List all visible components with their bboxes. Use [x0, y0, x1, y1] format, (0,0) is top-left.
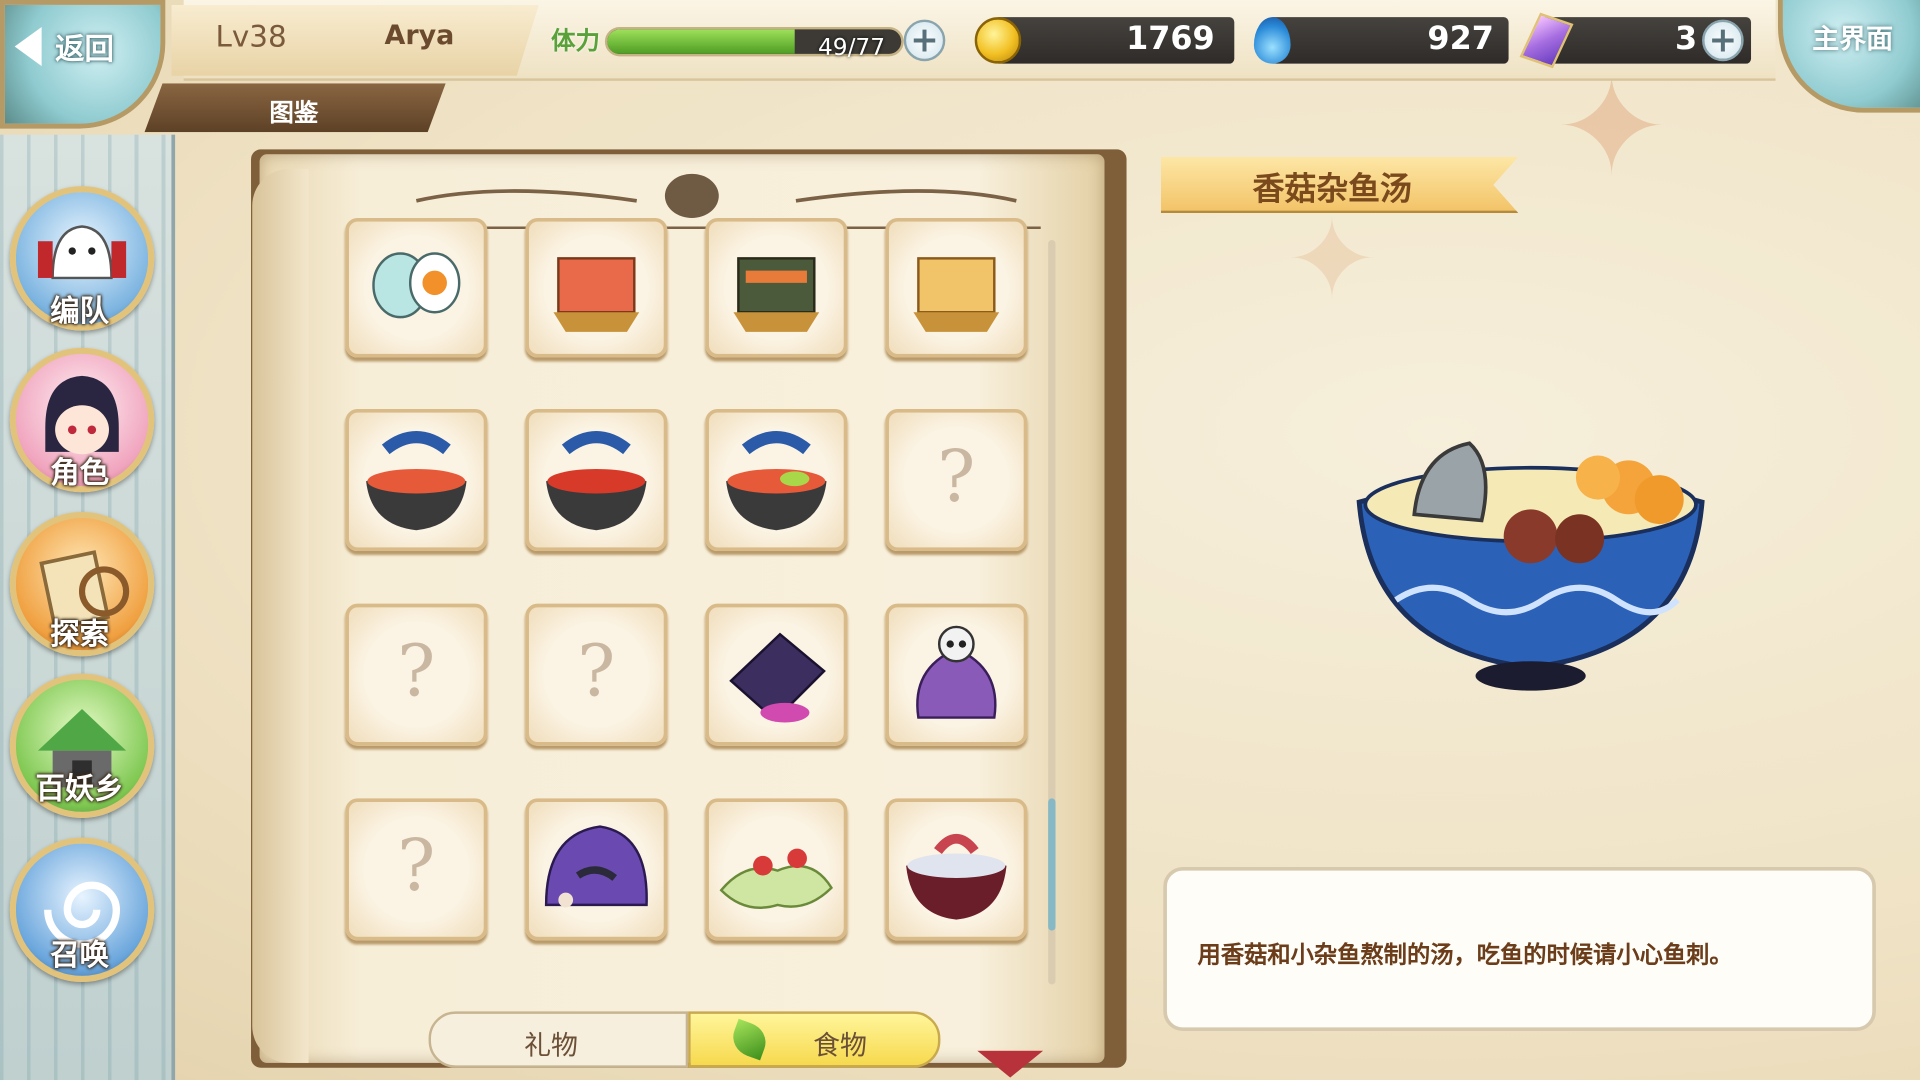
add-stamina-button[interactable]: + — [903, 19, 946, 62]
home-label: 主界面 — [1812, 24, 1894, 56]
stamina-label: 体力 — [551, 25, 601, 56]
scrollbar-thumb[interactable] — [1048, 798, 1056, 931]
food-card[interactable]: ? — [345, 798, 488, 941]
salted-egg-icon — [372, 252, 461, 319]
tofu-basket-red-icon — [553, 257, 640, 332]
food-card[interactable] — [705, 217, 848, 358]
green-mushroom-dish-icon — [719, 848, 833, 909]
section-tab-label: 图鉴 — [269, 97, 319, 128]
decorative-sparkle-icon: ✦ — [1285, 195, 1379, 325]
food-card[interactable]: ? — [345, 603, 488, 746]
food-card[interactable]: ? — [525, 603, 668, 746]
purple-slime-mushroom-icon — [544, 825, 648, 908]
sidebar-item-label: 百妖乡 — [35, 771, 124, 806]
player-name: Arya — [384, 20, 455, 52]
locked-question-icon: ? — [397, 824, 436, 908]
back-arrow-icon — [14, 26, 42, 67]
purple-seaweed-icon — [729, 632, 826, 723]
food-card[interactable] — [885, 798, 1028, 941]
locked-question-icon: ? — [937, 434, 976, 518]
tofu-basket-plain-icon — [913, 257, 1000, 332]
locked-question-icon: ? — [397, 629, 436, 713]
food-card[interactable] — [525, 798, 668, 941]
food-card[interactable] — [345, 408, 488, 552]
soup-bowl-red-icon — [546, 431, 647, 531]
item-title: 香菇杂鱼汤 — [1252, 171, 1412, 209]
soup-bowl-green-icon — [726, 431, 827, 531]
soul-flame-icon — [1253, 17, 1291, 64]
food-card[interactable] — [525, 408, 668, 552]
gold-coin-icon — [974, 17, 1022, 64]
octopus-rice-bowl-icon — [906, 833, 1007, 920]
food-card[interactable]: ? — [885, 408, 1028, 552]
mushroom-fish-soup-icon — [1356, 441, 1705, 691]
add-gem-button[interactable]: + — [1702, 19, 1744, 62]
sidebar-item-label: 召唤 — [50, 937, 109, 973]
tofu-basket-seaweed-icon — [733, 257, 820, 332]
soul-value: 927 — [1427, 20, 1494, 58]
gold-value: 1769 — [1126, 20, 1215, 58]
food-card[interactable] — [705, 798, 848, 941]
gem-value: 3 — [1675, 20, 1698, 58]
sidebar-item-label: 探索 — [50, 617, 109, 652]
tab-gift-label: 礼物 — [524, 1031, 578, 1062]
player-level: Lv38 — [215, 19, 287, 54]
food-card[interactable] — [525, 217, 668, 358]
book-spine — [252, 168, 309, 1063]
food-card[interactable] — [705, 408, 848, 552]
food-card[interactable] — [885, 603, 1028, 746]
soup-bowl-fish-icon — [366, 431, 467, 531]
sidebar-item-label: 编队 — [50, 293, 109, 329]
stamina-fill — [607, 29, 795, 54]
back-label: 返回 — [55, 31, 114, 67]
food-card[interactable] — [705, 603, 848, 746]
sidebar-item-label: 角色 — [50, 455, 109, 490]
stamina-text: 49/77 — [817, 34, 886, 62]
skull-cloth-bundle-icon — [916, 625, 997, 719]
food-card[interactable] — [885, 217, 1028, 358]
locked-question-icon: ? — [577, 629, 616, 713]
item-description: 用香菇和小杂鱼熬制的汤，吃鱼的时候请小心鱼刺。 — [1197, 941, 1733, 969]
food-card[interactable] — [345, 217, 488, 358]
tab-food-label: 食物 — [813, 1031, 867, 1062]
